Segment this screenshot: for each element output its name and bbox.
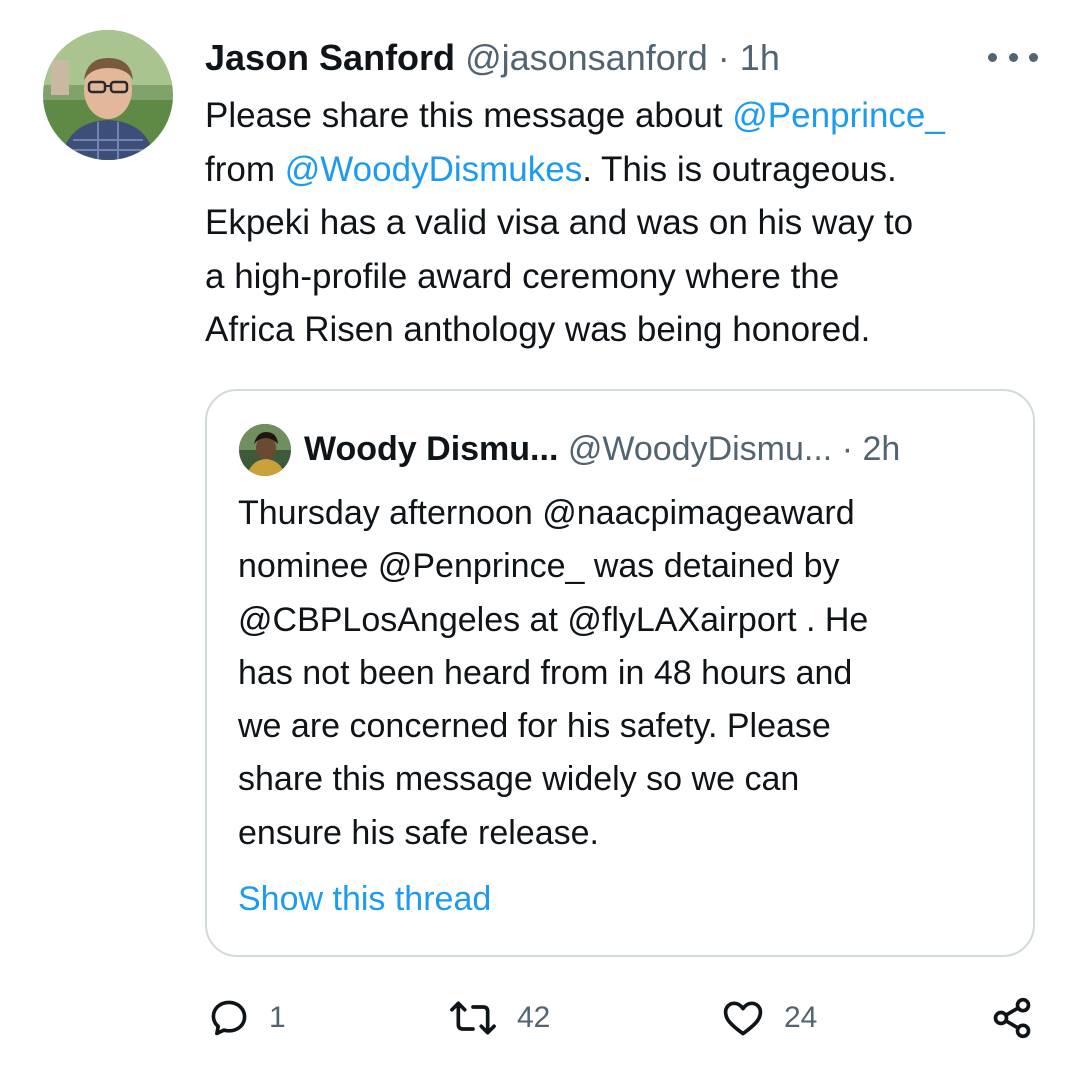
reply-count: 1 [269, 1001, 286, 1034]
quoted-author-name[interactable]: Woody Dismu... [304, 430, 558, 468]
quoted-text-line: nominee @Penprince_ was detained by [238, 547, 840, 586]
reply-icon [207, 996, 251, 1040]
quoted-tweet-text: Thursday afternoon @naacpimageaward nomi… [238, 487, 1018, 860]
author-handle[interactable]: @jasonsanford [465, 37, 708, 78]
tweet-text-line: Please share this message about @Penprin… [205, 89, 1055, 143]
tweet-text-line: from @WoodyDismukes. This is outrageous. [205, 143, 1055, 197]
quoted-author-avatar[interactable] [239, 424, 291, 476]
retweet-button[interactable]: 42 [447, 990, 550, 1046]
author-name[interactable]: Jason Sanford [205, 37, 455, 78]
tweet-text-segment: Ekpeki has a valid visa and was on his w… [205, 203, 914, 242]
tweet-text: Please share this message about @Penprin… [205, 89, 1055, 357]
separator-dot: · [841, 430, 854, 468]
share-icon [990, 996, 1034, 1040]
quoted-text-line: ensure his safe release. [238, 813, 599, 852]
tweet-text-line: a high-profile award ceremony where the [205, 250, 1055, 304]
quoted-text-line: has not been heard from in 48 hours and [238, 653, 853, 692]
like-icon [720, 996, 766, 1040]
quoted-author-handle[interactable]: @WoodyDismu... [568, 430, 832, 468]
quoted-tweet-header: Woody Dismu... @WoodyDismu... · 2h [304, 427, 900, 471]
quoted-text-line: Thursday afternoon @naacpimageaward [238, 494, 855, 532]
mention-link[interactable]: @Penprince_ [732, 96, 945, 135]
quoted-text-line: share this message widely so we can [238, 760, 800, 799]
quoted-text-line: @CBPLosAngeles at @flyLAXairport . He [238, 600, 869, 639]
reply-button[interactable]: 1 [207, 990, 286, 1046]
share-button[interactable] [990, 990, 1034, 1046]
retweet-icon [447, 996, 499, 1040]
like-button[interactable]: 24 [720, 990, 817, 1046]
tweet-text-segment: Please share this message about [205, 96, 733, 135]
show-thread-link[interactable]: Show this thread [238, 877, 491, 921]
separator-dot: · [717, 37, 730, 78]
quoted-text-line: we are concerned for his safety. Please [238, 707, 831, 746]
like-count: 24 [784, 1001, 818, 1034]
author-avatar[interactable] [43, 30, 173, 160]
retweet-count: 42 [517, 1001, 551, 1034]
tweet-text-line: Ekpeki has a valid visa and was on his w… [205, 196, 1055, 250]
tweet-text-line: Africa Risen anthology was being honored… [205, 303, 1055, 357]
quoted-tweet-time[interactable]: 2h [862, 430, 900, 468]
quoted-tweet-card[interactable]: Woody Dismu... @WoodyDismu... · 2h Thurs… [205, 389, 1035, 957]
tweet-text-segment: . This is outrageous. [582, 149, 897, 189]
tweet-text-segment: a high-profile award ceremony where the [205, 256, 840, 296]
tweet-text-segment: from [205, 149, 285, 189]
mention-link[interactable]: @WoodyDismukes [285, 150, 582, 189]
more-horizontal-icon[interactable] [988, 45, 1038, 69]
tweet-action-bar: 1 42 24 [0, 990, 1080, 1050]
tweet-text-segment: Africa Risen anthology was being honored… [205, 310, 871, 349]
tweet-header: Jason Sanford @jasonsanford · 1h [205, 36, 780, 80]
tweet-time[interactable]: 1h [740, 37, 780, 78]
